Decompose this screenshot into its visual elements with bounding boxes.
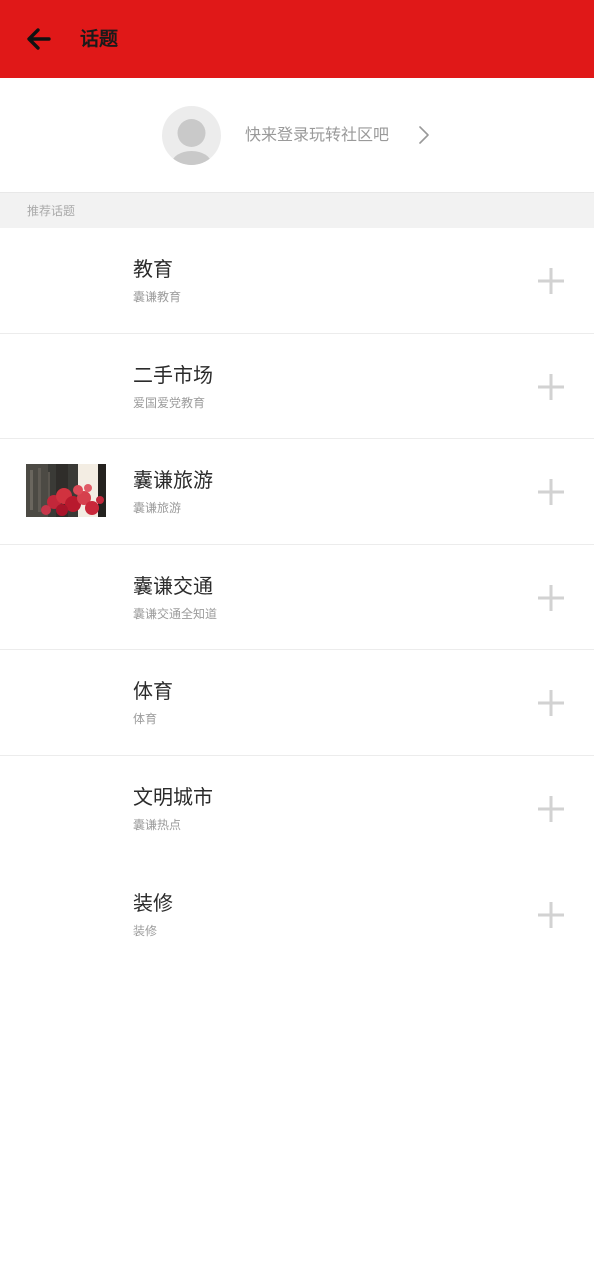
- topic-name: 文明城市: [133, 784, 213, 809]
- topic-item-transport[interactable]: 囊谦交通 囊谦交通全知道: [0, 545, 594, 651]
- follow-button[interactable]: [534, 370, 568, 404]
- follow-button[interactable]: [534, 581, 568, 615]
- plus-icon: [538, 795, 564, 822]
- topic-list: 教育 囊谦教育 二手市场 爱国爱党教育 囊谦旅游 囊谦旅游 囊谦交通 囊谦交通全…: [0, 228, 594, 967]
- topic-name: 体育: [133, 679, 173, 704]
- topic-description: 囊谦旅游: [133, 501, 182, 516]
- topic-description: 囊谦教育: [133, 290, 182, 304]
- follow-button[interactable]: [534, 898, 568, 932]
- section-title: 推荐话题: [27, 204, 76, 218]
- page-title: 话题: [80, 28, 119, 50]
- topic-description: 囊谦热点: [133, 817, 182, 832]
- topic-description: 装修: [133, 923, 158, 938]
- topic-item-civilized-city[interactable]: 文明城市 囊谦热点: [0, 756, 594, 862]
- topic-item-education[interactable]: 教育 囊谦教育: [0, 228, 594, 334]
- arrow-left-icon: [27, 28, 51, 50]
- topic-description: 体育: [133, 712, 158, 727]
- follow-button[interactable]: [534, 686, 568, 720]
- follow-button[interactable]: [534, 792, 568, 826]
- topic-name: 教育: [133, 257, 173, 281]
- topic-item-decoration[interactable]: 装修 装修: [0, 862, 594, 968]
- plus-icon: [538, 373, 564, 400]
- plus-icon: [538, 479, 564, 506]
- back-button[interactable]: [20, 20, 58, 58]
- topic-description: 囊谦交通全知道: [133, 606, 218, 621]
- login-prompt-row[interactable]: 快来登录玩转社区吧: [0, 78, 594, 192]
- topic-description: 爱国爱党教育: [133, 395, 206, 410]
- follow-button[interactable]: [534, 475, 568, 509]
- plus-icon: [538, 690, 564, 717]
- avatar: [162, 106, 221, 165]
- login-prompt-text: 快来登录玩转社区吧: [245, 125, 390, 144]
- default-avatar-icon: [171, 119, 212, 165]
- section-header: 推荐话题: [0, 192, 594, 228]
- topic-item-second-hand-market[interactable]: 二手市场 爱国爱党教育: [0, 334, 594, 440]
- plus-icon: [538, 268, 564, 294]
- topic-item-tourism[interactable]: 囊谦旅游 囊谦旅游: [0, 439, 594, 545]
- topic-thumbnail-image: [26, 464, 106, 518]
- chevron-right-icon: [414, 125, 434, 145]
- topic-thumbnail: [26, 464, 106, 518]
- topic-name: 囊谦旅游: [133, 468, 213, 493]
- plus-icon: [538, 584, 564, 611]
- top-app-bar: 话题: [0, 0, 594, 78]
- topic-item-sports[interactable]: 体育 体育: [0, 650, 594, 756]
- follow-button[interactable]: [534, 264, 568, 298]
- topic-name: 装修: [133, 890, 173, 915]
- topic-name: 囊谦交通: [133, 573, 213, 598]
- topic-name: 二手市场: [133, 362, 213, 387]
- plus-icon: [538, 901, 564, 928]
